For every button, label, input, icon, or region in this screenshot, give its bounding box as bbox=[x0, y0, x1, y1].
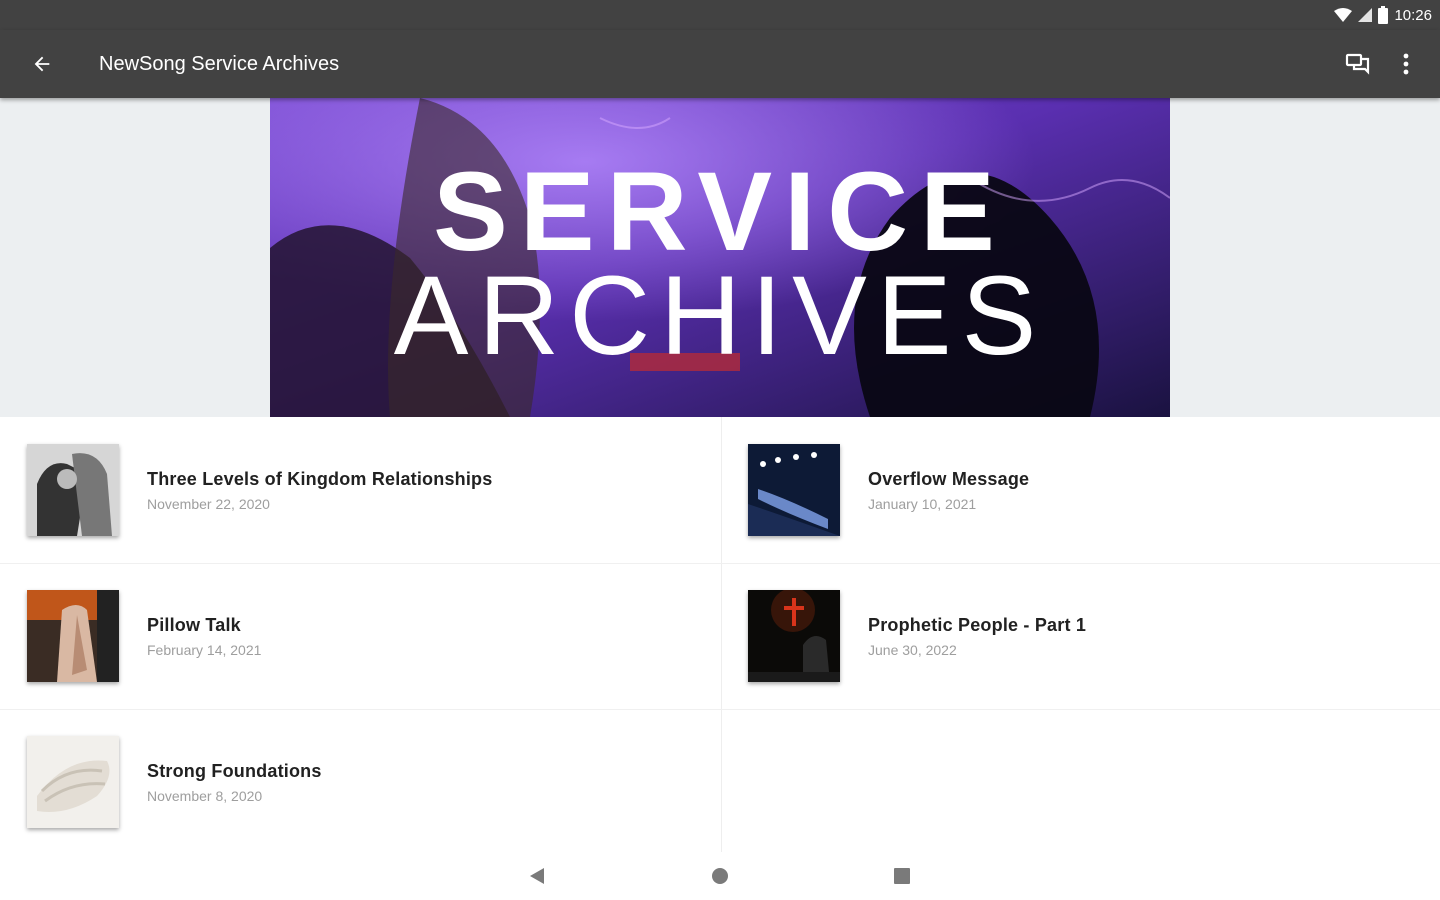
item-date: November 22, 2020 bbox=[147, 496, 270, 512]
item-title: Prophetic People - Part 1 bbox=[868, 615, 1087, 635]
arrow-back-icon bbox=[34, 56, 50, 72]
back-button[interactable] bbox=[22, 44, 62, 84]
more-options-button[interactable] bbox=[1386, 44, 1426, 84]
item-date: January 10, 2021 bbox=[868, 496, 977, 512]
battery-icon bbox=[1378, 6, 1389, 24]
list-item[interactable]: Pillow Talk February 14, 2021 bbox=[0, 563, 700, 709]
nav-back-button[interactable] bbox=[517, 856, 557, 896]
hero-banner-image: SERVICE ARCHIVES bbox=[270, 98, 1170, 417]
item-date: February 14, 2021 bbox=[147, 642, 262, 658]
item-title: Strong Foundations bbox=[147, 761, 322, 781]
thumbnail-image bbox=[27, 444, 119, 536]
nav-recents-button[interactable] bbox=[882, 856, 922, 896]
chat-bubbles-icon bbox=[1345, 53, 1370, 75]
thumbnail-image bbox=[748, 590, 840, 682]
wifi-icon bbox=[1334, 8, 1353, 22]
app-bar: NewSong Service Archives bbox=[0, 30, 1440, 98]
item-title: Three Levels of Kingdom Relationships bbox=[147, 469, 493, 489]
cell-signal-icon bbox=[1358, 8, 1373, 22]
thumbnail-image bbox=[27, 736, 119, 828]
list-item[interactable]: Strong Foundations November 8, 2020 bbox=[0, 709, 700, 855]
service-list: Three Levels of Kingdom Relationships No… bbox=[0, 417, 1440, 852]
item-date: November 8, 2020 bbox=[147, 788, 263, 804]
thumbnail-image bbox=[27, 590, 119, 682]
item-title: Overflow Message bbox=[868, 469, 1030, 489]
more-vert-icon bbox=[1403, 53, 1409, 75]
list-item[interactable]: Prophetic People - Part 1 June 30, 2022 bbox=[721, 563, 1421, 709]
status-icons: 10:26 bbox=[1334, 5, 1432, 25]
hero-line-2: ARCHIVES bbox=[394, 253, 1047, 378]
status-time: 10:26 bbox=[1394, 6, 1432, 24]
list-item[interactable]: Overflow Message January 10, 2021 bbox=[721, 417, 1421, 563]
nav-back-triangle-icon bbox=[530, 868, 544, 884]
item-date: June 30, 2022 bbox=[868, 642, 957, 658]
nav-recents-square-icon bbox=[894, 868, 910, 884]
list-item[interactable]: Three Levels of Kingdom Relationships No… bbox=[0, 417, 700, 563]
nav-home-circle-icon bbox=[712, 868, 728, 884]
chat-button[interactable] bbox=[1338, 44, 1378, 84]
app-title: NewSong Service Archives bbox=[99, 53, 340, 75]
hero-title-overlay: SERVICE ARCHIVES bbox=[394, 149, 1047, 378]
thumbnail-image bbox=[748, 444, 840, 536]
nav-home-button[interactable] bbox=[700, 856, 740, 896]
status-bar: 10:26 bbox=[0, 0, 1440, 30]
hero-section: SERVICE ARCHIVES bbox=[0, 98, 1440, 417]
system-navigation-bar bbox=[0, 852, 1440, 900]
item-title: Pillow Talk bbox=[147, 615, 241, 635]
